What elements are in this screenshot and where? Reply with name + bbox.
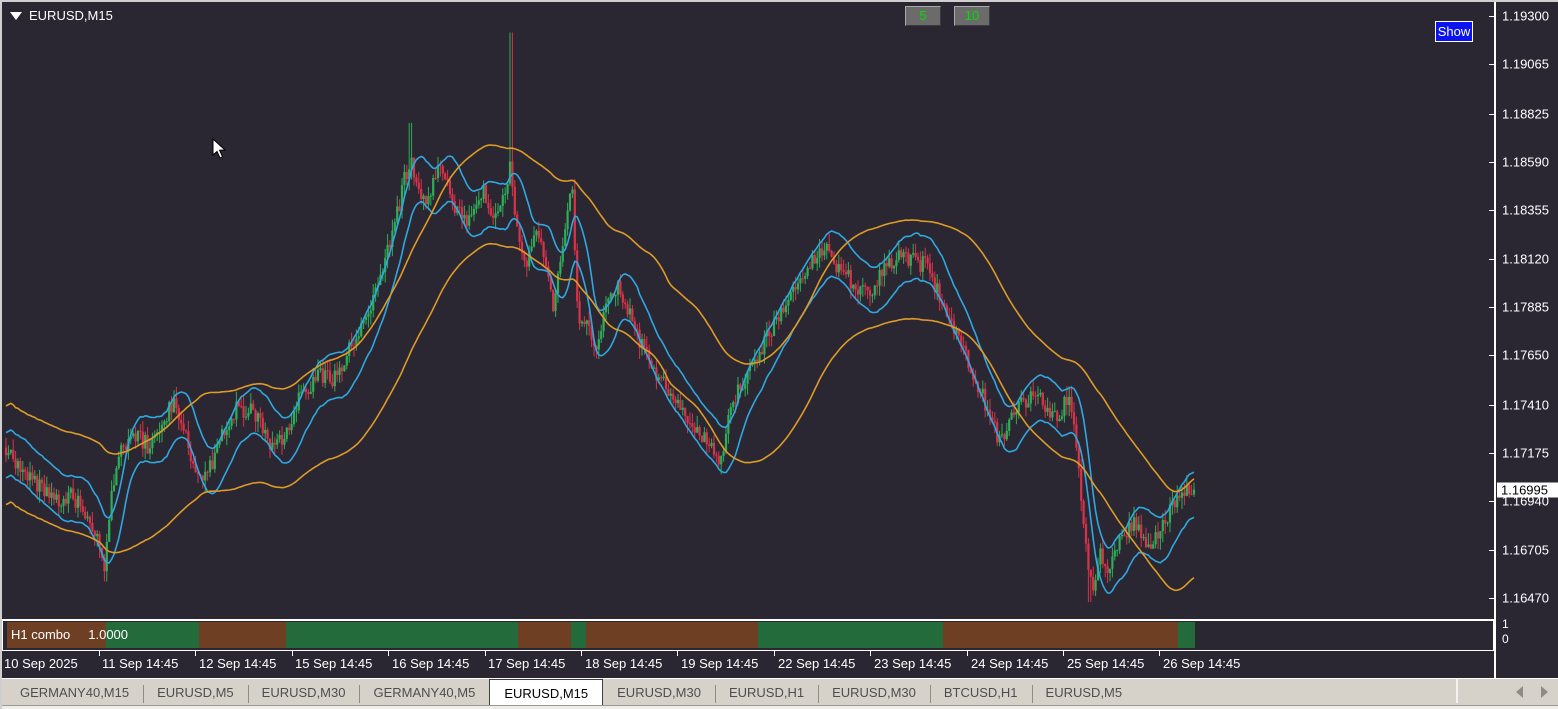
indicator-name-label: H1 combo 1.0000 [11,627,129,642]
price-tick [1489,64,1494,66]
indicator-segment-down [586,622,758,648]
tab-bar-divider [1456,679,1458,703]
time-tick-label: 19 Sep 14:45 [681,656,759,671]
time-tick [195,651,196,656]
time-tick-label: 25 Sep 14:45 [1067,656,1145,671]
time-tick [581,651,582,656]
price-tick [1489,453,1494,454]
time-tick-label: 23 Sep 14:45 [874,656,952,671]
chart-tab-eurusd-m30[interactable]: EURUSD,M30 [603,681,715,705]
chart-tab-bar: GERMANY40,M15 EURUSD,M5 EURUSD,M30 GERMANY4… [2,678,1558,709]
mouse-cursor [212,138,227,159]
price-axis[interactable]: 1.19300 1.19065 1.18825 1.18590 1.18355 1.181… [1489,2,1558,678]
price-tick-label: 1.18120 [1502,251,1549,267]
time-tick-label: 16 Sep 14:45 [392,656,470,671]
price-tick [1489,355,1494,357]
price-tick-label: 1.17885 [1502,299,1549,315]
indicator-value: 1.0000 [88,627,129,642]
indicator-segment-up [286,622,518,648]
price-tick-label: 1.18825 [1502,106,1549,122]
price-tick-label: 1.17650 [1502,347,1549,363]
tab-scroll-right-icon[interactable] [1541,686,1548,698]
price-tick [1489,258,1494,260]
time-tick [485,651,486,656]
chart-tab-eurusd-m30[interactable]: EURUSD,M30 [247,681,360,705]
subwindow-scale-max: 1 [1502,617,1509,631]
chart-tab-eurusd-m5[interactable]: EURUSD,M5 [1031,681,1137,705]
price-tick-label: 1.18590 [1502,154,1549,170]
current-price-tag: 1.16995 [1497,482,1558,498]
chart-symbol-label[interactable]: EURUSD,M15 [10,8,113,23]
indicator-segment-down [518,622,571,648]
chart-tab-eurusd-m15[interactable]: EURUSD,M15 [489,679,604,705]
time-tick-label: 24 Sep 14:45 [971,656,1049,671]
candlestick-chart[interactable] [2,2,1494,620]
price-tick [1489,597,1494,599]
chart-tab-eurusd-m30[interactable]: EURUSD,M30 [818,681,930,705]
timeframe-10-button[interactable]: 10 [954,6,990,26]
time-tick [99,651,100,656]
price-tick-label: 1.17175 [1502,445,1549,461]
price-tick [1489,501,1494,503]
price-tick [1489,549,1494,551]
time-tick [870,651,871,656]
chart-area[interactable]: EURUSD,M15 5 10 Show [2,2,1494,620]
timeframe-5-button[interactable]: 5 [905,6,941,26]
chart-tab-germany40-m15[interactable]: GERMANY40,M15 [6,681,143,705]
chart-tab-germany40-m5[interactable]: GERMANY40,M5 [359,681,489,705]
price-tick [1489,404,1494,406]
chart-tab-eurusd-h1[interactable]: EURUSD,H1 [714,681,818,705]
price-tick-label: 1.17410 [1502,397,1549,413]
indicator-subwindow[interactable]: H1 combo 1.0000 [2,621,1494,651]
price-tick [1489,113,1494,115]
time-tick-label: 10 Sep 2025 [4,656,78,671]
time-tick [967,651,968,656]
time-tick [1063,651,1064,656]
indicator-segment-down [199,622,286,648]
time-axis[interactable]: 10 Sep 2025 11 Sep 14:45 12 Sep 14:45 15 Se… [2,651,1494,678]
chart-symbol-text: EURUSD,M15 [29,8,113,23]
price-tick-label: 1.19065 [1502,56,1549,72]
time-tick-label: 12 Sep 14:45 [199,656,277,671]
price-tick [1489,16,1494,17]
price-tick-label: 1.16705 [1502,542,1549,558]
time-tick [292,651,293,656]
time-tick-label: 22 Sep 14:45 [778,656,856,671]
time-tick-label: 17 Sep 14:45 [488,656,566,671]
time-tick [388,651,389,656]
chart-tabs: GERMANY40,M15 EURUSD,M5 EURUSD,M30 GERMANY4… [6,679,1137,705]
price-tick [1489,306,1494,308]
chart-tab-btcusd-h1[interactable]: BTCUSD,H1 [929,681,1032,705]
price-tick [1489,162,1494,163]
price-tick-label: 1.19300 [1502,8,1549,24]
time-tick-label: 15 Sep 14:45 [295,656,373,671]
price-tick-label: 1.18355 [1502,202,1549,218]
indicator-segment-up [1178,622,1195,648]
time-tick [677,651,678,656]
price-tick [1489,210,1494,212]
tab-scroll-left-icon[interactable] [1516,686,1523,698]
time-tick [1159,651,1160,656]
price-tick-label: 1.16470 [1502,590,1549,606]
show-button[interactable]: Show [1435,21,1473,42]
price-axis-separator [1494,2,1496,678]
chevron-down-icon[interactable] [10,11,22,20]
time-tick [774,651,775,656]
indicator-segment-down [943,622,1178,648]
indicator-segment-up [758,622,943,648]
tab-bar-bottom-strip [2,705,1558,709]
indicator-segment-up [571,622,586,648]
chart-tab-eurusd-m5[interactable]: EURUSD,M5 [143,681,248,705]
trading-terminal: EURUSD,M15 5 10 Show H1 combo 1.0000 10 S… [0,0,1558,709]
subwindow-scale-min: 0 [1502,632,1509,646]
time-tick-label: 11 Sep 14:45 [102,656,179,671]
time-tick-label: 18 Sep 14:45 [585,656,663,671]
time-tick-label: 26 Sep 14:45 [1163,656,1241,671]
